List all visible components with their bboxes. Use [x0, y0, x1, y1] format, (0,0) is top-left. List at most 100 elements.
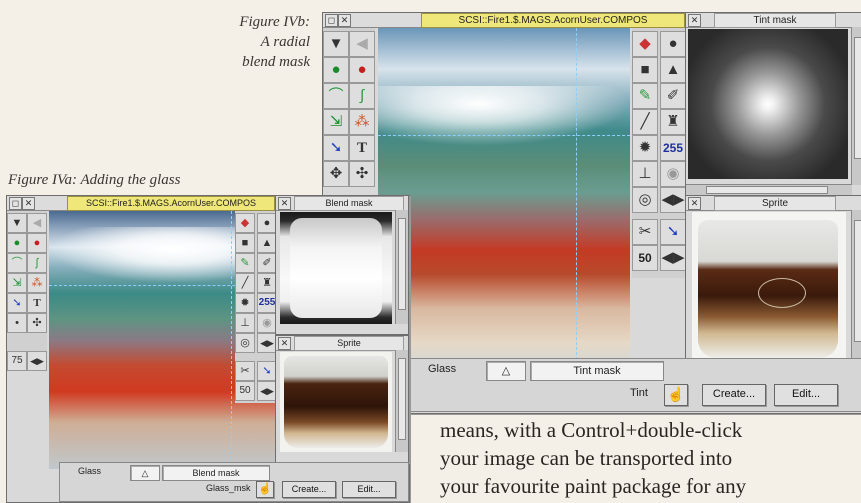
small-main-titlebar[interactable]: ◻ ✕ SCSI::Fire1.$.MAGS.AcornUser.COMPOS [7, 196, 279, 211]
tool-number[interactable]: 255 [660, 135, 686, 161]
blend-mask-titlebar[interactable]: ✕ Blend mask [276, 196, 408, 211]
smudge-icon[interactable]: ◉ [257, 313, 277, 333]
move-icon[interactable]: ⇲ [7, 273, 27, 293]
small-sprite-titlebar[interactable]: ✕ Sprite [276, 336, 408, 351]
horizontal-scrollbar[interactable] [686, 184, 852, 195]
close-icon[interactable]: ✕ [688, 197, 701, 210]
large-main-titlebar[interactable]: ◻ ✕ SCSI::Fire1.$.MAGS.AcornUser.COMPOS [323, 13, 699, 28]
pointer-icon[interactable]: ➘ [323, 135, 349, 161]
lasso-icon[interactable]: ◎ [632, 187, 658, 213]
small-mask-control-panel: Glass △ Blend mask Glass_msk ☝ Create...… [59, 462, 409, 502]
edit-button[interactable]: Edit... [774, 384, 838, 406]
spray-icon[interactable]: ⁂ [27, 273, 47, 293]
sparkle-icon[interactable]: ✹ [632, 135, 658, 161]
pointer-icon[interactable]: ➘ [7, 293, 27, 313]
vertical-scrollbar[interactable] [395, 350, 408, 452]
vertical-scrollbar[interactable] [395, 210, 408, 324]
pointer-hand-icon[interactable]: ☝ [256, 481, 274, 498]
back-icon[interactable]: ◻ [325, 14, 338, 27]
close-icon[interactable]: ✕ [338, 14, 351, 27]
circle-icon[interactable]: ● [660, 31, 686, 57]
glass-emblem [758, 278, 806, 308]
text-tool-icon[interactable]: T [349, 135, 375, 161]
close-icon[interactable]: ✕ [22, 197, 35, 210]
icon-field[interactable]: △ [130, 465, 160, 481]
sprite-titlebar[interactable]: ✕ Sprite [686, 196, 861, 211]
vertical-scrollbar[interactable] [851, 210, 861, 366]
close-icon[interactable]: ✕ [688, 14, 701, 27]
paint-can-icon[interactable]: ♜ [257, 273, 277, 293]
line-icon[interactable]: ╱ [235, 273, 255, 293]
apple-icon[interactable]: ● [349, 57, 375, 83]
airbrush-icon[interactable]: ✐ [660, 83, 686, 109]
mask-select-field[interactable]: Tint mask [530, 361, 664, 381]
vertical-scrollbar[interactable] [851, 27, 861, 185]
arrows-icon[interactable]: ✣ [349, 161, 375, 187]
tool-number[interactable]: 255 [257, 293, 277, 313]
pencil-icon[interactable]: ✎ [632, 83, 658, 109]
edit-button[interactable]: Edit... [342, 481, 396, 498]
scissors-icon[interactable]: ✂ [632, 219, 658, 245]
mask-icon[interactable]: ▼ [7, 213, 27, 233]
arrows-icon[interactable]: ◀▶ [660, 187, 686, 213]
pointer-hand-icon[interactable]: ➘ [660, 219, 686, 245]
curve-icon[interactable]: ∫ [349, 83, 375, 109]
mask-name-label: Glass_msk [206, 483, 251, 493]
arrows-icon[interactable]: ◀▶ [257, 381, 277, 401]
sparkle-icon[interactable]: ✹ [235, 293, 255, 313]
large-canvas[interactable] [378, 28, 630, 370]
text-tool-icon[interactable]: T [27, 293, 47, 313]
speaker-icon[interactable]: ◀ [27, 213, 47, 233]
triangle-icon[interactable]: ▲ [257, 233, 277, 253]
scissors-icon[interactable]: ✂ [235, 361, 255, 381]
back-icon[interactable]: ◻ [9, 197, 22, 210]
square-icon[interactable]: ■ [632, 57, 658, 83]
create-button[interactable]: Create... [282, 481, 336, 498]
close-icon[interactable]: ✕ [278, 337, 291, 350]
speaker-icon[interactable]: ◀ [349, 31, 375, 57]
small-toolbox: ▼ ◀ ● ● ⌒ ∫ ⇲ ⁂ ➘ T • ✣ 75 ◀▶ [7, 211, 47, 371]
stamp-icon[interactable]: ⊥ [235, 313, 255, 333]
blob-icon[interactable]: ● [7, 233, 27, 253]
arrows-icon[interactable]: ✥ [323, 161, 349, 187]
curve-icon[interactable]: ⌒ [323, 83, 349, 109]
smudge-icon[interactable]: ◉ [660, 161, 686, 187]
pencil-icon[interactable]: ✎ [235, 253, 255, 273]
apple-icon[interactable]: ● [27, 233, 47, 253]
arrows-icon[interactable]: ◀▶ [660, 245, 686, 271]
pointer-hand-icon[interactable]: ➘ [257, 361, 277, 381]
icon-field[interactable]: △ [486, 361, 526, 381]
brush-icon[interactable]: ◆ [632, 31, 658, 57]
curve-icon[interactable]: ∫ [27, 253, 47, 273]
tint-mask-titlebar[interactable]: ✕ Tint mask [686, 13, 861, 28]
mask-icon[interactable]: ▼ [323, 31, 349, 57]
stamp-icon[interactable]: ⊥ [632, 161, 658, 187]
circle-icon[interactable]: ● [257, 213, 277, 233]
lasso-icon[interactable]: ◎ [235, 333, 255, 353]
square-icon[interactable]: ■ [235, 233, 255, 253]
line-icon[interactable]: ╱ [632, 109, 658, 135]
pointer-hand-icon[interactable]: ☝ [664, 384, 688, 406]
move-icon[interactable]: ⇲ [323, 109, 349, 135]
zoom-level[interactable]: 50 [235, 381, 255, 401]
close-icon[interactable]: ✕ [278, 197, 291, 210]
arrows-icon[interactable]: ◀▶ [257, 333, 277, 353]
blend-mask-window: ✕ Blend mask [275, 195, 409, 335]
figure-ivb-caption: Figure IVb: A radial blend mask [226, 12, 310, 72]
blob-icon[interactable]: ● [323, 57, 349, 83]
zoom-level[interactable]: 50 [632, 245, 658, 271]
triangle-icon[interactable]: ▲ [660, 57, 686, 83]
curve-icon[interactable]: ⌒ [7, 253, 27, 273]
window-title: SCSI::Fire1.$.MAGS.AcornUser.COMPOS [67, 196, 275, 211]
mask-select-field[interactable]: Blend mask [162, 465, 270, 481]
body-line: your favourite paint package for any [440, 474, 747, 498]
paint-can-icon[interactable]: ♜ [660, 109, 686, 135]
arrows-icon[interactable]: ◀▶ [27, 351, 47, 371]
arrows-icon[interactable]: ✣ [27, 313, 47, 333]
create-button[interactable]: Create... [702, 384, 766, 406]
brush-icon[interactable]: ◆ [235, 213, 255, 233]
zoom-level[interactable]: 75 [7, 351, 27, 371]
arrows-icon[interactable]: • [7, 313, 27, 333]
airbrush-icon[interactable]: ✐ [257, 253, 277, 273]
spray-icon[interactable]: ⁂ [349, 109, 375, 135]
